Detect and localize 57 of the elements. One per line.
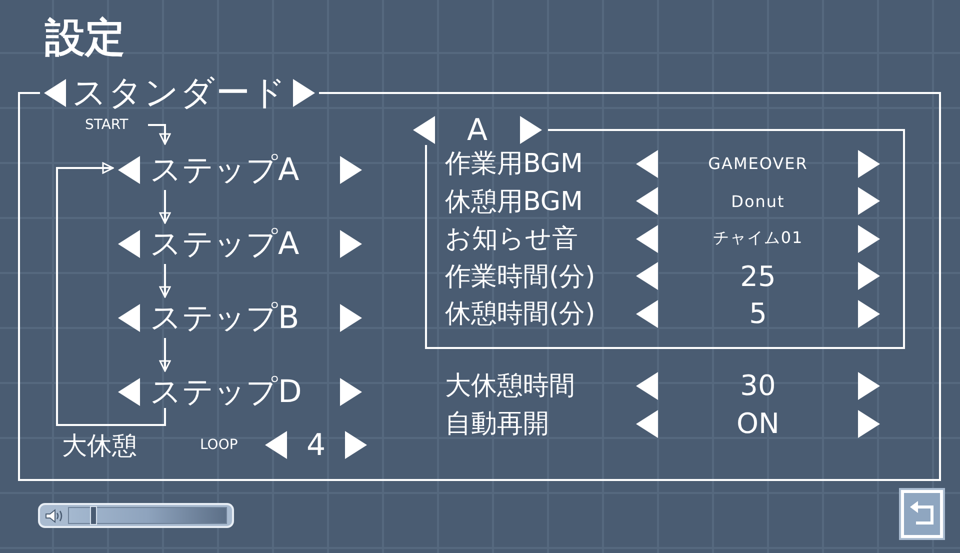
next-button[interactable] bbox=[858, 150, 880, 178]
previous-button[interactable] bbox=[636, 150, 658, 178]
setting-label: 作業用BGM bbox=[445, 148, 584, 182]
panel-title: A bbox=[467, 112, 488, 148]
setting-label: お知らせ音 bbox=[445, 223, 579, 256]
previous-button[interactable] bbox=[413, 116, 435, 144]
next-button[interactable] bbox=[858, 300, 880, 328]
loop-label: LOOP bbox=[200, 437, 239, 453]
preset-name: スタンダード bbox=[72, 75, 287, 111]
previous-button[interactable] bbox=[636, 224, 658, 253]
loop-count: 4 bbox=[305, 428, 327, 462]
previous-button[interactable] bbox=[636, 410, 658, 438]
next-button[interactable] bbox=[340, 156, 362, 184]
setting-label: 休憩時間(分) bbox=[445, 298, 596, 332]
volume-slider[interactable] bbox=[38, 503, 234, 528]
setting-value: Donut bbox=[730, 192, 786, 211]
previous-button[interactable] bbox=[118, 378, 140, 406]
setting-label: 作業時間(分) bbox=[445, 260, 596, 294]
step-name: ステップA bbox=[150, 151, 300, 190]
setting-value: GAMEOVER bbox=[707, 154, 809, 174]
previous-button[interactable] bbox=[636, 300, 658, 328]
previous-button[interactable] bbox=[636, 372, 658, 400]
step-name: ステップD bbox=[150, 373, 303, 412]
setting-label: 大休憩時間 bbox=[445, 370, 576, 403]
next-button[interactable] bbox=[858, 224, 880, 253]
next-button[interactable] bbox=[858, 410, 880, 438]
previous-button[interactable] bbox=[265, 431, 287, 459]
next-button[interactable] bbox=[293, 78, 315, 108]
flow-arrow bbox=[148, 124, 171, 145]
setting-label: 休憩用BGM bbox=[445, 186, 584, 219]
previous-button[interactable] bbox=[636, 262, 658, 290]
step-name: ステップB bbox=[150, 299, 300, 338]
next-button[interactable] bbox=[340, 304, 362, 332]
setting-value: ON bbox=[736, 407, 780, 440]
step-name: ステップA bbox=[150, 225, 300, 264]
setting-value: 30 bbox=[739, 369, 777, 402]
previous-button[interactable] bbox=[636, 187, 658, 216]
next-button[interactable] bbox=[858, 187, 880, 216]
speaker-icon bbox=[45, 508, 65, 522]
setting-label: 自動再開 bbox=[445, 408, 550, 441]
start-label: START bbox=[85, 117, 130, 133]
setting-value: 25 bbox=[739, 260, 777, 293]
slider-thumb[interactable] bbox=[90, 506, 97, 525]
previous-button[interactable] bbox=[118, 230, 140, 258]
previous-button[interactable] bbox=[118, 156, 140, 184]
previous-button[interactable] bbox=[118, 304, 140, 332]
next-button[interactable] bbox=[520, 116, 542, 144]
long-break-label: 大休憩 bbox=[62, 430, 138, 462]
setting-value: 5 bbox=[748, 297, 768, 330]
previous-button[interactable] bbox=[44, 78, 66, 108]
next-button[interactable] bbox=[858, 372, 880, 400]
next-button[interactable] bbox=[345, 431, 367, 459]
setting-value: チャイム01 bbox=[712, 228, 804, 250]
next-button[interactable] bbox=[340, 230, 362, 258]
next-button[interactable] bbox=[858, 262, 880, 290]
next-button[interactable] bbox=[340, 378, 362, 406]
page-title: 設定 bbox=[45, 14, 126, 62]
